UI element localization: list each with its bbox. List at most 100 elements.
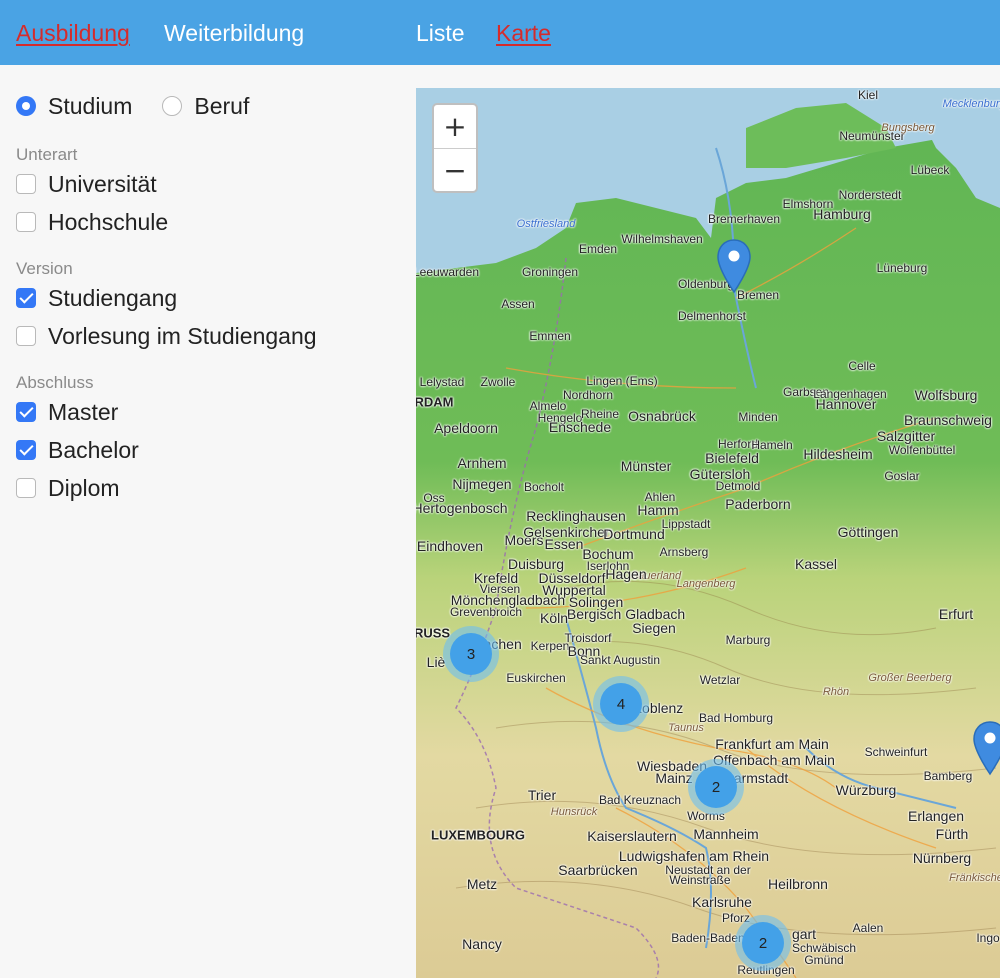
- label-ostfriesland: Ostfriesland: [516, 218, 576, 230]
- label-saarbrucken: Saarbrücken: [558, 862, 638, 878]
- label-mecklenburg: Mecklenburger: [942, 98, 1000, 110]
- map-cluster-marker[interactable]: 2: [735, 915, 791, 971]
- label-bamberg: Bamberg: [923, 769, 973, 783]
- label-bielefeld: Bielefeld: [705, 450, 759, 466]
- checkbox-diplom[interactable]: Diplom: [16, 473, 120, 503]
- zoom-out-button[interactable]: −: [434, 148, 476, 191]
- label-hagen: Hagen: [605, 566, 647, 582]
- checkbox-studiengang[interactable]: Studiengang: [16, 283, 177, 313]
- label-lelystad: Lelystad: [419, 375, 465, 389]
- label-metz: Metz: [466, 876, 498, 892]
- radio-studium[interactable]: Studium: [16, 91, 132, 121]
- label-mannheim: Mannheim: [693, 826, 759, 842]
- checkbox-master-label: Master: [48, 399, 119, 425]
- map-cluster-marker[interactable]: 3: [443, 626, 499, 682]
- label-munster: Münster: [620, 458, 672, 474]
- label-wurzburg: Würzburg: [835, 782, 897, 798]
- cluster-count: 2: [695, 766, 737, 808]
- label-nurnberg: Nürnberg: [912, 850, 972, 866]
- label-groningen: Groningen: [521, 265, 579, 279]
- label-nijmegen: Nijmegen: [452, 476, 512, 492]
- label-baden-baden: Baden-Baden: [671, 931, 745, 945]
- checkbox-vorlesung[interactable]: Vorlesung im Studiengang: [16, 321, 317, 351]
- checkbox-master-control[interactable]: [16, 402, 36, 422]
- label-kiel: Kiel: [857, 88, 879, 102]
- label-luneburg: Lüneburg: [876, 261, 928, 275]
- label-frankische: Fränkische: [949, 872, 1000, 884]
- cluster-count: 3: [450, 633, 492, 675]
- label-assen: Assen: [501, 297, 535, 311]
- cluster-count: 2: [742, 922, 784, 964]
- label-mainz: Mainz: [655, 770, 693, 786]
- checkbox-vorlesung-control[interactable]: [16, 326, 36, 346]
- nav-liste-link[interactable]: Liste: [416, 18, 465, 48]
- label-karlsruhe: Karlsruhe: [692, 894, 752, 910]
- checkbox-bachelor-label: Bachelor: [48, 437, 139, 463]
- label-apeldoorn: Apeldoorn: [434, 420, 498, 436]
- map-marker-pin[interactable]: [716, 238, 752, 294]
- checkbox-bachelor-control[interactable]: [16, 440, 36, 460]
- checkbox-vorlesung-label: Vorlesung im Studiengang: [48, 323, 317, 349]
- label-kerpen: Kerpen: [530, 639, 570, 653]
- label-nancy: Nancy: [462, 936, 502, 952]
- label-gottingen: Göttingen: [837, 524, 899, 540]
- label-aalen: Aalen: [852, 921, 884, 935]
- label-hildesheim: Hildesheim: [803, 446, 873, 462]
- map-cluster-marker[interactable]: 2: [688, 759, 744, 815]
- label-hertogenbosch: Hertogenbosch: [416, 500, 508, 516]
- checkbox-universitat-control[interactable]: [16, 174, 36, 194]
- label-furth: Fürth: [935, 826, 969, 842]
- label-minden: Minden: [738, 410, 778, 424]
- radio-beruf[interactable]: Beruf: [162, 91, 249, 121]
- label-braunschweig: Braunschweig: [904, 412, 992, 428]
- map-cluster-marker[interactable]: 4: [593, 676, 649, 732]
- label-siegen: Siegen: [632, 620, 676, 636]
- checkbox-universitat-label: Universität: [48, 171, 157, 197]
- checkbox-diplom-control[interactable]: [16, 478, 36, 498]
- label-norderstedt: Norderstedt: [838, 188, 902, 202]
- radio-beruf-label: Beruf: [194, 93, 250, 119]
- label-heilbronn: Heilbronn: [768, 876, 828, 892]
- label-bad-homburg: Bad Homburg: [698, 711, 774, 725]
- checkbox-bachelor[interactable]: Bachelor: [16, 435, 139, 465]
- checkbox-universitat[interactable]: Universität: [16, 169, 157, 199]
- label-arnsberg: Arnsberg: [659, 545, 709, 559]
- radio-studium-control[interactable]: [16, 96, 36, 116]
- nav-ausbildung-link[interactable]: Ausbildung: [16, 18, 130, 48]
- label-delmenhorst: Delmenhorst: [677, 309, 747, 323]
- type-radio-group: Studium Beruf: [16, 91, 279, 121]
- label-lingen: Lingen (Ems): [586, 374, 658, 388]
- label-ludwigshafen: Ludwigshafen am Rhein: [618, 848, 770, 864]
- label-frankfurt: Frankfurt am Main: [715, 736, 829, 752]
- label-detmold: Detmold: [715, 479, 761, 493]
- radio-beruf-control[interactable]: [162, 96, 183, 116]
- label-bungsberg: Bungsberg: [881, 122, 935, 134]
- label-ingo: Ingo: [976, 931, 1000, 945]
- map-view[interactable]: Kiel Mecklenburger Neumünster Bungsberg …: [416, 88, 1000, 978]
- label-marburg: Marburg: [725, 633, 771, 647]
- checkbox-studiengang-control[interactable]: [16, 288, 36, 308]
- nav-weiterbildung-link[interactable]: Weiterbildung: [164, 18, 304, 48]
- checkbox-hochschule-label: Hochschule: [48, 209, 169, 235]
- label-zwolle: Zwolle: [480, 375, 516, 389]
- checkbox-hochschule[interactable]: Hochschule: [16, 207, 168, 237]
- label-goslar: Goslar: [884, 469, 920, 483]
- label-celle: Celle: [848, 359, 876, 373]
- checkbox-hochschule-control[interactable]: [16, 212, 36, 232]
- label-recklinghausen: Recklinghausen: [526, 508, 626, 524]
- top-nav-bar: Ausbildung Weiterbildung Liste Karte: [0, 0, 1000, 65]
- nav-karte-link[interactable]: Karte: [496, 18, 551, 48]
- label-paderborn: Paderborn: [725, 496, 791, 512]
- label-wilhelmshaven: Wilhelmshaven: [621, 232, 703, 246]
- radio-studium-label: Studium: [48, 93, 133, 119]
- checkbox-studiengang-label: Studiengang: [48, 285, 178, 311]
- label-luxembourg: LUXEMBOURG: [431, 827, 525, 843]
- checkbox-master[interactable]: Master: [16, 397, 118, 427]
- label-langenberg: Langenberg: [676, 578, 736, 590]
- label-kassel: Kassel: [794, 556, 838, 572]
- map-marker-pin[interactable]: [972, 720, 1000, 776]
- label-gmund: Gmünd: [804, 953, 844, 967]
- filter-sidebar: Studium Beruf Unterart Universität Hochs…: [0, 65, 416, 978]
- zoom-in-button[interactable]: +: [434, 105, 476, 148]
- label-weinstrasse: Weinstraße: [669, 873, 731, 887]
